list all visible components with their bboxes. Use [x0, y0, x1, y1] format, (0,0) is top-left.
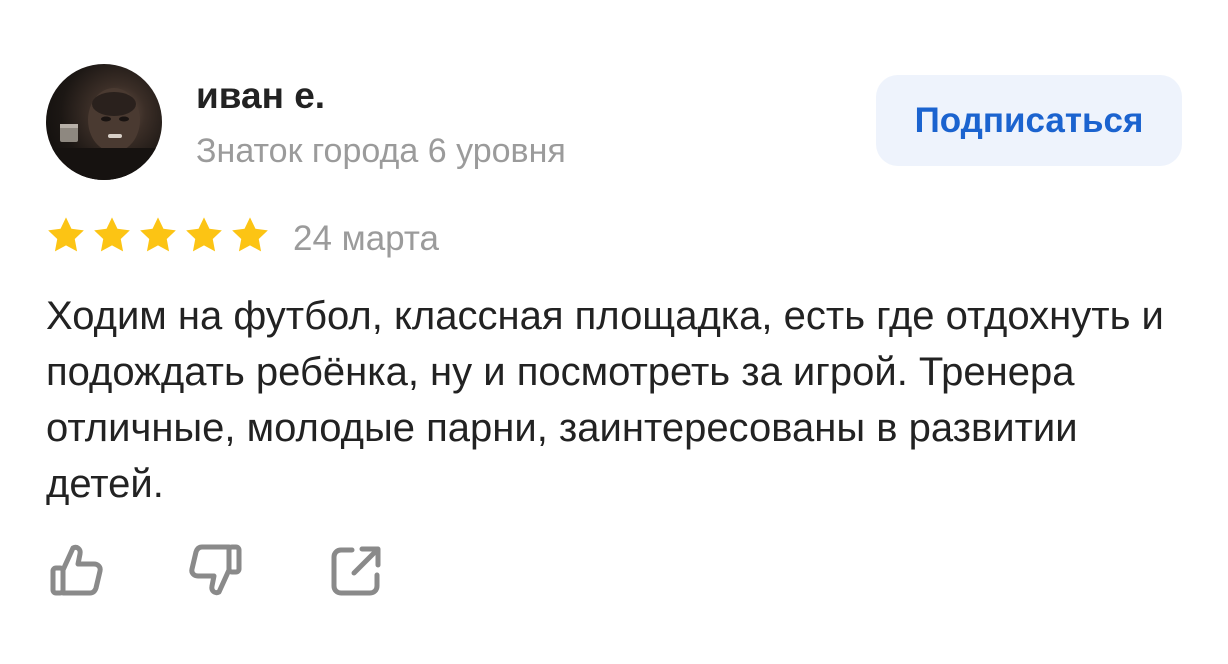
star-icon [48, 217, 84, 252]
author-level: Знаток города 6 уровня [196, 132, 566, 170]
review-text: Ходим на футбол, классная площадка, есть… [46, 294, 1164, 506]
thumbs-down-icon [189, 544, 242, 596]
review-actions [46, 540, 386, 600]
review-date: 24 марта [293, 219, 439, 258]
avatar-image [46, 88, 162, 180]
share-button[interactable] [326, 540, 386, 600]
avatar[interactable] [46, 64, 162, 180]
star-icon [94, 217, 130, 252]
share-icon [331, 546, 381, 596]
thumbs-up-icon [50, 544, 103, 596]
dislike-button[interactable] [186, 540, 246, 600]
like-button[interactable] [46, 540, 106, 600]
star-icon [232, 217, 268, 252]
star-icon [140, 217, 176, 252]
subscribe-button[interactable]: Подписаться [876, 75, 1182, 166]
rating-stars [46, 216, 270, 254]
author-name[interactable]: иван е. [196, 74, 325, 118]
star-icon [186, 217, 222, 252]
